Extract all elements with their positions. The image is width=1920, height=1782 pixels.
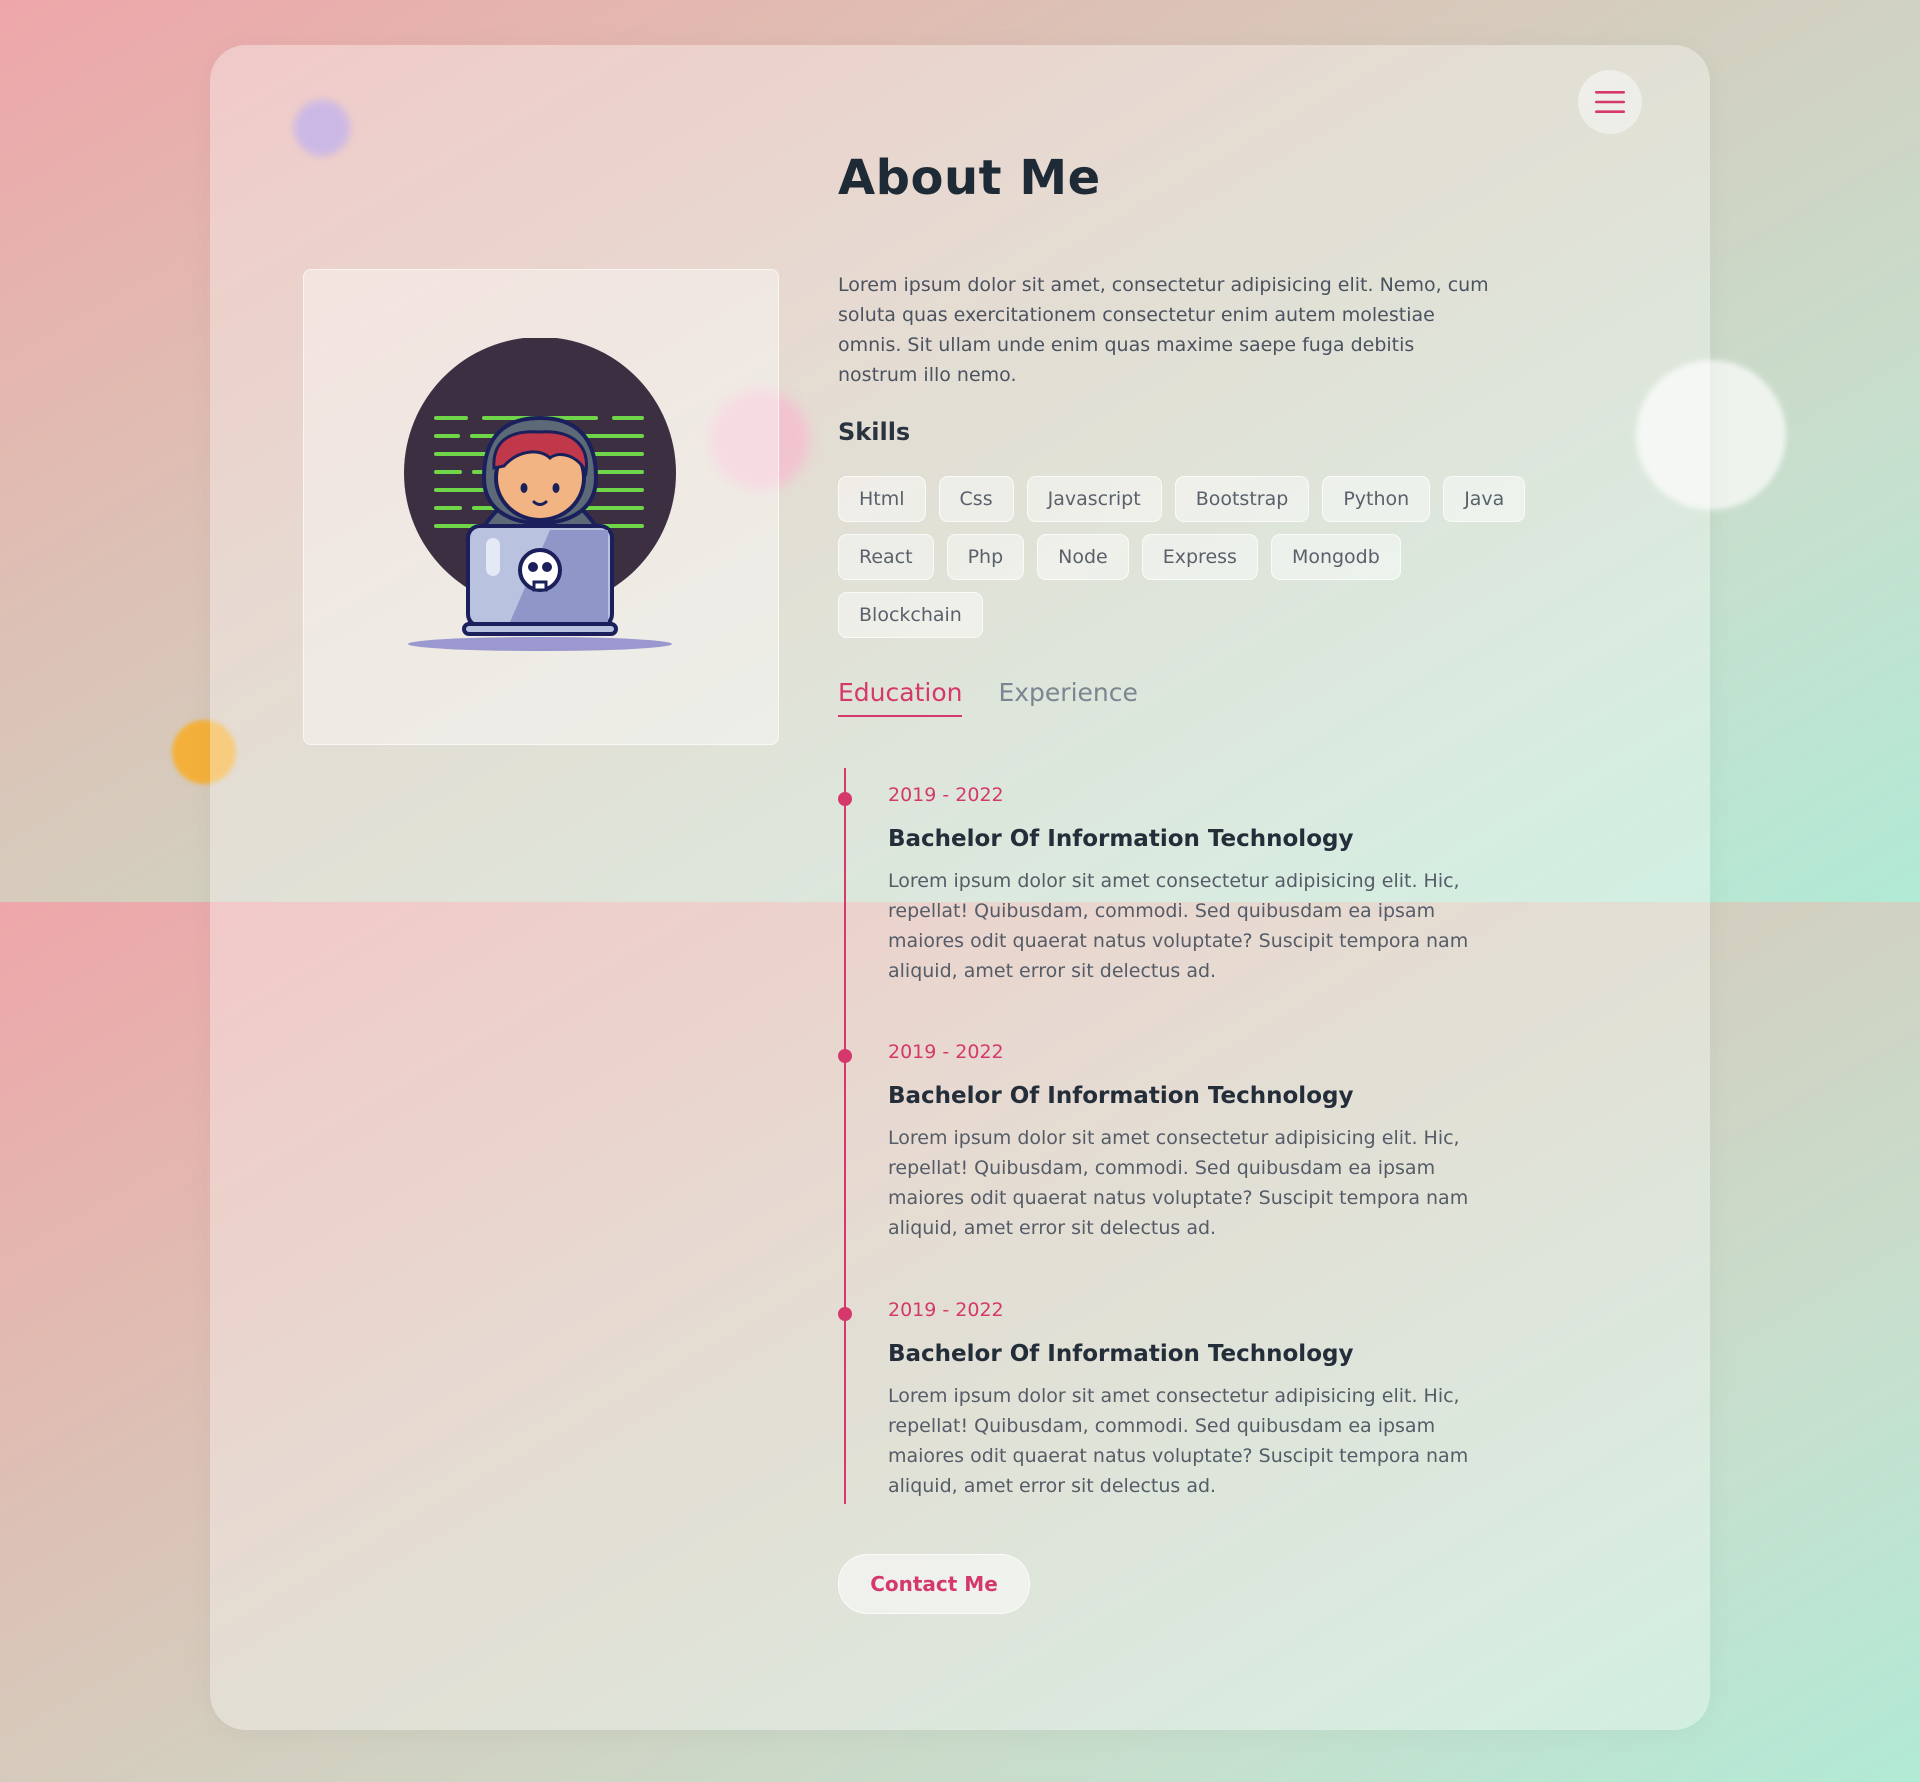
timeline-line xyxy=(844,768,846,1504)
timeline-item: 2019 - 2022 Bachelor Of Information Tech… xyxy=(838,784,1508,986)
skill-tag[interactable]: Java xyxy=(1443,476,1526,522)
skill-tag[interactable]: Mongodb xyxy=(1270,534,1401,580)
avatar-card xyxy=(303,269,779,745)
timeline-date: 2019 - 2022 xyxy=(888,1299,1004,1321)
skills-heading: Skills xyxy=(838,418,911,446)
timeline-title: Bachelor Of Information Technology xyxy=(888,1083,1354,1109)
timeline-item: 2019 - 2022 Bachelor Of Information Tech… xyxy=(838,1041,1508,1243)
timeline-description: Lorem ipsum dolor sit amet consectetur a… xyxy=(888,870,1469,982)
skills-list: Html Css Javascript Bootstrap Python Jav… xyxy=(838,476,1558,638)
timeline-dot xyxy=(838,792,852,806)
page-title: About Me xyxy=(838,150,1101,206)
skill-tag[interactable]: Bootstrap xyxy=(1174,476,1310,522)
tab-education[interactable]: Education xyxy=(838,678,963,717)
skill-tag[interactable]: Html xyxy=(838,476,926,522)
hamburger-menu-icon xyxy=(1595,91,1625,113)
contact-me-button[interactable]: Contact Me xyxy=(838,1554,1030,1614)
skill-tag[interactable]: Javascript xyxy=(1026,476,1162,522)
timeline-dot xyxy=(838,1307,852,1321)
tabs: Education Experience xyxy=(838,678,1138,717)
skill-tag[interactable]: Python xyxy=(1322,476,1431,522)
hacker-laptop-illustration xyxy=(404,338,676,651)
skill-tag[interactable]: Php xyxy=(946,534,1025,580)
timeline-dot xyxy=(838,1049,852,1063)
skill-tag[interactable]: Blockchain xyxy=(838,592,983,638)
timeline-date: 2019 - 2022 xyxy=(888,784,1004,806)
timeline-item: 2019 - 2022 Bachelor Of Information Tech… xyxy=(838,1299,1508,1501)
tab-experience[interactable]: Experience xyxy=(998,678,1137,717)
skill-tag[interactable]: Css xyxy=(938,476,1014,522)
intro-text: Lorem ipsum dolor sit amet, consectetur … xyxy=(838,274,1489,386)
timeline-title: Bachelor Of Information Technology xyxy=(888,1341,1354,1367)
menu-button[interactable] xyxy=(1578,70,1642,134)
timeline-description: Lorem ipsum dolor sit amet consectetur a… xyxy=(888,1127,1469,1239)
timeline-title: Bachelor Of Information Technology xyxy=(888,826,1354,852)
skill-tag[interactable]: Express xyxy=(1141,534,1258,580)
timeline-description: Lorem ipsum dolor sit amet consectetur a… xyxy=(888,1385,1469,1497)
skill-tag[interactable]: Node xyxy=(1037,534,1129,580)
timeline-date: 2019 - 2022 xyxy=(888,1041,1004,1063)
skill-tag[interactable]: React xyxy=(838,534,934,580)
